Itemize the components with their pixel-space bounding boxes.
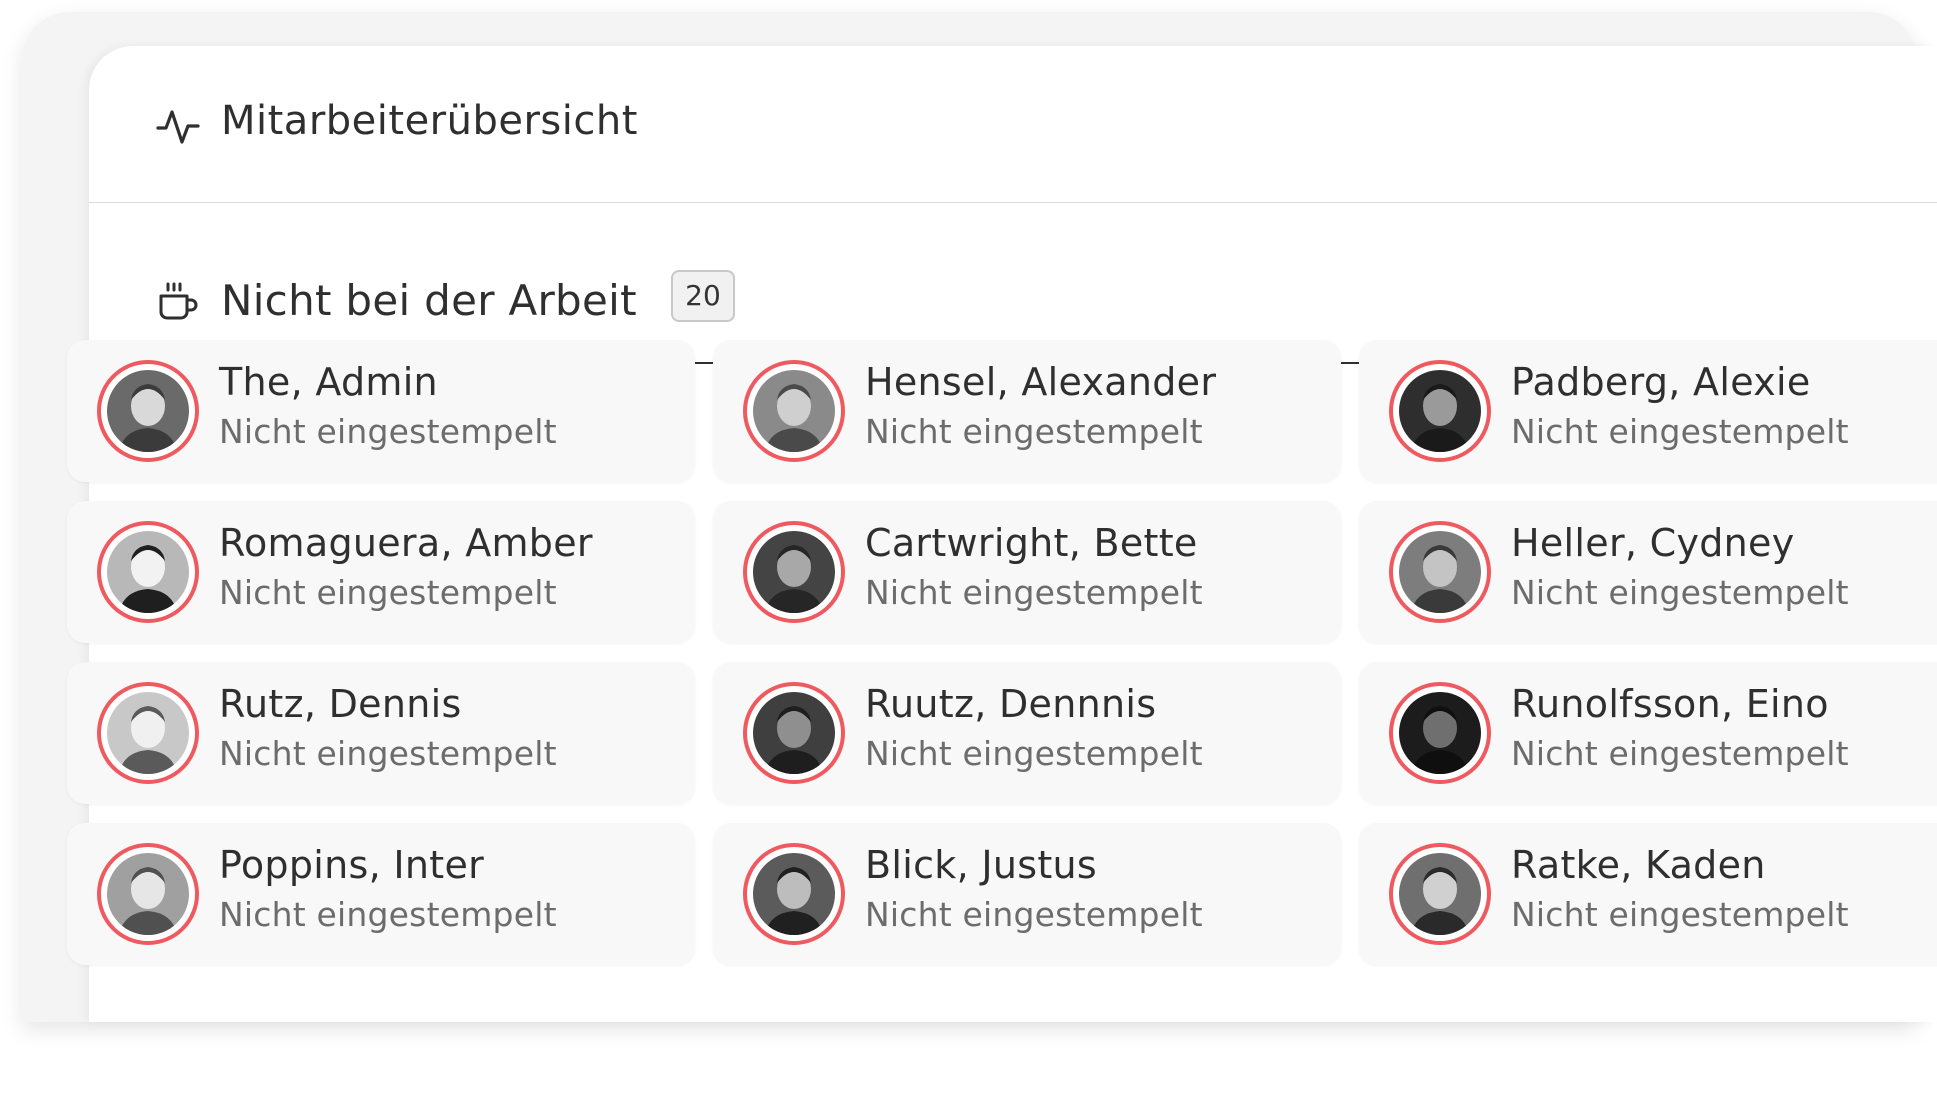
avatar-photo xyxy=(1399,692,1481,774)
avatar xyxy=(97,843,199,945)
employee-status: Nicht eingestempelt xyxy=(865,412,1203,451)
employee-name: Rutz, Dennis xyxy=(219,682,462,726)
avatar xyxy=(1389,843,1491,945)
activity-icon xyxy=(156,110,200,144)
employee-name: Romaguera, Amber xyxy=(219,521,593,565)
employee-name: Padberg, Alexie xyxy=(1511,360,1811,404)
employee-card[interactable]: Cartwright, Bette Nicht eingestempelt xyxy=(713,501,1341,643)
avatar xyxy=(97,521,199,623)
employee-card[interactable]: Poppins, Inter Nicht eingestempelt xyxy=(67,823,695,965)
coffee-cup-icon xyxy=(159,282,198,320)
employee-status: Nicht eingestempelt xyxy=(219,412,557,451)
avatar xyxy=(1389,521,1491,623)
count-badge: 20 xyxy=(671,270,735,322)
employee-card[interactable]: Padberg, Alexie Nicht eingestempelt xyxy=(1359,340,1937,482)
avatar-photo xyxy=(753,531,835,613)
avatar xyxy=(743,843,845,945)
employee-name: Runolfsson, Eino xyxy=(1511,682,1829,726)
employee-status: Nicht eingestempelt xyxy=(865,734,1203,773)
avatar xyxy=(743,682,845,784)
employee-name: Poppins, Inter xyxy=(219,843,485,887)
employee-card[interactable]: Hensel, Alexander Nicht eingestempelt xyxy=(713,340,1341,482)
employee-card[interactable]: Ruutz, Dennnis Nicht eingestempelt xyxy=(713,662,1341,804)
avatar xyxy=(1389,682,1491,784)
avatar xyxy=(743,521,845,623)
section-title: Nicht bei der Arbeit xyxy=(221,276,637,325)
employee-name: The, Admin xyxy=(219,360,438,404)
employee-status: Nicht eingestempelt xyxy=(865,895,1203,934)
avatar-photo xyxy=(753,370,835,452)
employee-name: Ruutz, Dennnis xyxy=(865,682,1157,726)
employee-name: Blick, Justus xyxy=(865,843,1098,887)
avatar-photo xyxy=(107,692,189,774)
employee-name: Ratke, Kaden xyxy=(1511,843,1766,887)
page-title: Mitarbeiterübersicht xyxy=(221,98,638,144)
employee-name: Hensel, Alexander xyxy=(865,360,1217,404)
employee-card[interactable]: Romaguera, Amber Nicht eingestempelt xyxy=(67,501,695,643)
employee-card[interactable]: Heller, Cydney Nicht eingestempelt xyxy=(1359,501,1937,643)
employee-status: Nicht eingestempelt xyxy=(865,573,1203,612)
employee-name: Cartwright, Bette xyxy=(865,521,1198,565)
employee-status: Nicht eingestempelt xyxy=(1511,734,1849,773)
employee-card[interactable]: Runolfsson, Eino Nicht eingestempelt xyxy=(1359,662,1937,804)
employee-card[interactable]: Blick, Justus Nicht eingestempelt xyxy=(713,823,1341,965)
avatar-photo xyxy=(1399,531,1481,613)
employee-status: Nicht eingestempelt xyxy=(1511,412,1849,451)
avatar-photo xyxy=(1399,853,1481,935)
employee-name: Heller, Cydney xyxy=(1511,521,1795,565)
employee-status: Nicht eingestempelt xyxy=(219,573,557,612)
avatar-photo xyxy=(753,853,835,935)
avatar xyxy=(1389,360,1491,462)
employee-status: Nicht eingestempelt xyxy=(219,895,557,934)
employee-status: Nicht eingestempelt xyxy=(1511,895,1849,934)
avatar-photo xyxy=(753,692,835,774)
employee-card[interactable]: Rutz, Dennis Nicht eingestempelt xyxy=(67,662,695,804)
avatar-photo xyxy=(107,531,189,613)
employee-card[interactable]: Ratke, Kaden Nicht eingestempelt xyxy=(1359,823,1937,965)
employee-status: Nicht eingestempelt xyxy=(219,734,557,773)
panel-header: Mitarbeiterübersicht xyxy=(89,46,1937,203)
avatar-photo xyxy=(107,370,189,452)
avatar-photo xyxy=(1399,370,1481,452)
employee-status: Nicht eingestempelt xyxy=(1511,573,1849,612)
avatar xyxy=(743,360,845,462)
avatar-photo xyxy=(107,853,189,935)
avatar xyxy=(97,360,199,462)
avatar xyxy=(97,682,199,784)
employee-card[interactable]: The, Admin Nicht eingestempelt xyxy=(67,340,695,482)
